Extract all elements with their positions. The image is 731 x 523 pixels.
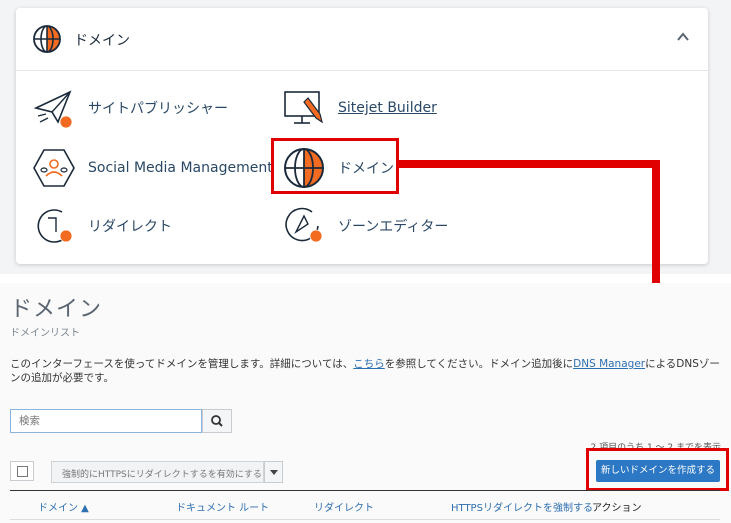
item-label: Sitejet Builder	[338, 100, 437, 116]
search-input[interactable]	[10, 409, 202, 433]
item-social-media[interactable]: Social Media Management	[32, 146, 273, 190]
item-sitejet-builder[interactable]: Sitejet Builder	[282, 86, 437, 130]
card-title: ドメイン	[74, 33, 130, 49]
table-header: ドメイン ▲ ドキュメント ルート リダイレクト HTTPSリダイレクトを強制す…	[10, 490, 720, 520]
help-link[interactable]: こちら	[353, 358, 385, 370]
page-title: ドメイン	[10, 297, 103, 322]
card-header[interactable]: ドメイン	[16, 8, 708, 71]
search-button[interactable]	[202, 409, 232, 433]
search-icon	[211, 415, 223, 427]
item-label: サイトパブリッシャー	[88, 101, 228, 117]
highlight-box-domains	[271, 138, 399, 194]
redirect-icon	[37, 209, 73, 243]
item-label: リダイレクト	[88, 219, 172, 235]
domains-page: ドメイン ドメインリスト このインターフェースを使ってドメインを管理します。詳細…	[0, 283, 731, 523]
domains-card: ドメイン サイトパブリッシャー Sitejet Builder Social M…	[16, 8, 708, 264]
item-label: ゾーンエディター	[338, 219, 449, 235]
column-actions: アクション	[592, 503, 642, 514]
zone-editor-icon	[285, 207, 323, 243]
select-all-checkbox[interactable]	[10, 461, 34, 481]
social-media-icon	[33, 149, 75, 187]
sitejet-builder-icon	[284, 91, 323, 124]
item-zone-editor[interactable]: ゾーンエディター	[282, 204, 448, 248]
globe-icon	[33, 25, 61, 53]
item-redirects[interactable]: リダイレクト	[32, 204, 172, 248]
site-publisher-icon	[33, 90, 73, 129]
item-site-publisher[interactable]: サイトパブリッシャー	[32, 86, 228, 130]
page-description: このインターフェースを使ってドメインを管理します。詳細については、こちらを参照し…	[10, 357, 720, 385]
bulk-action-button[interactable]: 強制的にHTTPSにリダイレクトするを有効にする	[51, 461, 264, 483]
item-label: Social Media Management	[88, 160, 273, 176]
column-domain[interactable]: ドメイン ▲	[38, 499, 89, 514]
page-subtitle: ドメインリスト	[10, 328, 80, 339]
annotation-arrow-horizontal	[399, 160, 660, 168]
create-domain-button[interactable]: 新しいドメインを作成する	[596, 460, 720, 482]
desc-text: を参照してください。ドメイン追加後に	[384, 358, 574, 370]
dns-manager-link[interactable]: DNS Manager	[573, 358, 645, 370]
column-redirect[interactable]: リダイレクト	[314, 499, 374, 514]
desc-text: このインターフェースを使ってドメインを管理します。詳細については、	[10, 358, 354, 370]
bulk-action-dropdown[interactable]	[264, 461, 283, 483]
column-force-https[interactable]: HTTPSリダイレクトを強制する	[451, 499, 593, 514]
column-document-root[interactable]: ドキュメント ルート	[176, 499, 269, 514]
chevron-up-icon[interactable]	[676, 30, 690, 44]
